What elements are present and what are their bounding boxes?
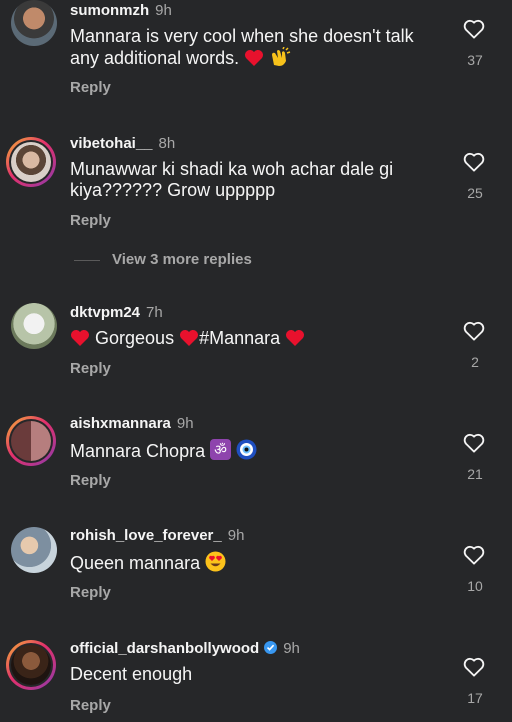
username[interactable]: vibetohai__ (70, 135, 153, 152)
avatar[interactable] (6, 137, 56, 187)
username[interactable]: dktvpm24 (70, 304, 140, 321)
comment-body: Gorgeous (95, 328, 175, 348)
heart-outline-icon[interactable] (463, 152, 489, 176)
heart-outline-icon[interactable] (463, 321, 489, 345)
username[interactable]: official_darshanbollywood (70, 640, 259, 657)
heart-outline-icon[interactable] (463, 545, 489, 569)
like-count: 21 (467, 466, 483, 482)
reply-button[interactable]: Reply (70, 360, 111, 377)
reply-button[interactable]: Reply (70, 79, 111, 96)
reply-button[interactable]: Reply (70, 212, 111, 229)
red-heart-emoji-icon (244, 49, 264, 72)
like-count: 25 (467, 185, 483, 201)
timestamp: 9h (176, 415, 194, 432)
like-count: 10 (467, 578, 483, 594)
like-count: 37 (467, 52, 483, 68)
timestamp: 9h (155, 2, 172, 19)
comment-header: aishxmannara 9h (70, 415, 194, 432)
comment-body: Mannara Chopra (70, 441, 206, 461)
comment-text: Munawwar ki shadi ka woh achar dale gi k… (70, 159, 394, 200)
comment-body: Mannara is very cool when she doesn't ta… (70, 26, 414, 68)
timestamp: 7h (146, 304, 163, 321)
comment-text: Decent enough (70, 664, 193, 684)
like-count: 17 (467, 690, 483, 706)
comment-header: official_darshanbollywood 9h (70, 640, 300, 657)
comment-header: vibetohai__ 8h (70, 135, 175, 152)
svg-text:ॐ: ॐ (214, 443, 227, 459)
reply-button[interactable]: Reply (70, 584, 111, 601)
like-count: 2 (471, 354, 479, 370)
heart-eyes-emoji-icon (205, 551, 226, 577)
comment-header: sumonmzh 9h (70, 2, 172, 19)
reply-button[interactable]: Reply (70, 697, 111, 714)
red-heart-emoji-icon (179, 329, 199, 352)
heart-outline-icon[interactable] (463, 657, 489, 681)
heart-outline-icon[interactable] (463, 19, 489, 43)
red-heart-emoji-icon (285, 329, 305, 352)
comment-header: rohish_love_forever_ 9h (70, 527, 244, 544)
comment-body: Queen mannara (70, 553, 201, 573)
comment-text: Gorgeous #Mannara (70, 328, 440, 352)
comment-text: Mannara is very cool when she doesn't ta… (70, 26, 440, 72)
heart-outline-icon[interactable] (463, 433, 489, 457)
nazar-amulet-emoji-icon (236, 439, 257, 465)
comment-text: Queen mannara (70, 551, 440, 577)
username[interactable]: rohish_love_forever_ (70, 527, 222, 544)
comment-header: dktvpm24 7h (70, 304, 163, 321)
clapping-hands-emoji-icon (269, 46, 291, 72)
timestamp: 9h (283, 640, 300, 657)
verified-badge-icon (264, 641, 278, 654)
username[interactable]: sumonmzh (70, 2, 149, 19)
avatar[interactable] (11, 0, 57, 46)
timestamp: 8h (158, 135, 176, 152)
hashtag-link[interactable]: #Mannara (199, 328, 280, 348)
comment-text: Mannara Chopra ॐ (70, 439, 440, 465)
reply-button[interactable]: Reply (70, 472, 111, 489)
red-heart-emoji-icon (70, 329, 90, 352)
timestamp: 9h (227, 527, 245, 544)
view-more-replies-button[interactable]: View 3 more replies (112, 251, 252, 268)
username[interactable]: aishxmannara (70, 415, 171, 432)
om-symbol-emoji-icon: ॐ (210, 439, 232, 465)
avatar[interactable] (11, 527, 57, 573)
avatar[interactable] (6, 640, 56, 690)
avatar[interactable] (11, 303, 57, 349)
avatar[interactable] (6, 416, 56, 466)
divider-line (74, 260, 100, 261)
